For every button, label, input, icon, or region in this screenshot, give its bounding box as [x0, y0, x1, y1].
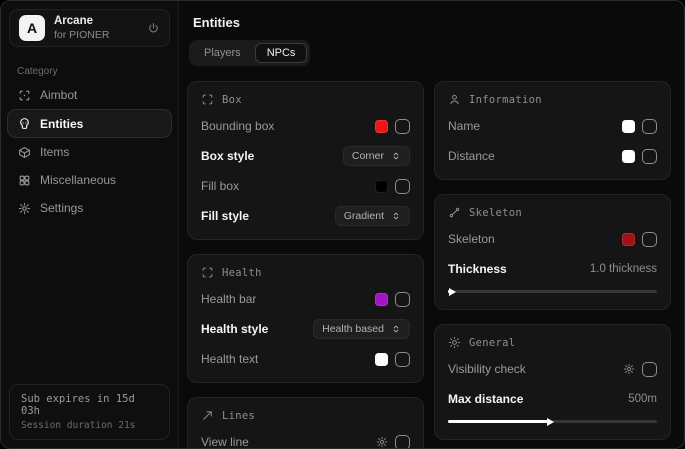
package-icon: [18, 146, 31, 159]
sidebar-item-miscellaneous[interactable]: Miscellaneous: [1, 166, 178, 194]
row-fill-style: Fill style Gradient: [201, 206, 410, 226]
category-label: Category: [17, 66, 178, 77]
user-icon: [448, 93, 461, 106]
target-tabs: Players NPCs: [189, 40, 310, 66]
row-distance: Distance: [448, 146, 657, 166]
logo-letter: A: [27, 20, 37, 36]
color-swatch[interactable]: [622, 233, 635, 246]
visibility-check-checkbox[interactable]: [642, 362, 657, 377]
row-health-text: Health text: [201, 349, 410, 369]
session-duration-text: Session duration 21s: [21, 420, 158, 431]
app-subtitle: for PIONER: [54, 29, 138, 42]
bone-icon: [448, 206, 461, 219]
skull-icon: [18, 117, 31, 130]
row-bounding-box: Bounding box: [201, 116, 410, 136]
app-name: Arcane: [54, 14, 138, 28]
card-general: General Visibility check Max distance 50…: [434, 324, 671, 440]
sidebar-nav: Aimbot Entities Items Miscellaneous Sett…: [1, 81, 178, 222]
fill-style-select[interactable]: Gradient: [335, 206, 410, 226]
app-logo: A: [19, 15, 45, 41]
sidebar-item-items[interactable]: Items: [1, 138, 178, 166]
color-swatch[interactable]: [375, 180, 388, 193]
row-fill-box: Fill box: [201, 176, 410, 196]
power-icon[interactable]: [147, 22, 160, 35]
crosshair-icon: [18, 89, 31, 102]
row-visibility-check: Visibility check: [448, 359, 657, 379]
color-swatch[interactable]: [375, 293, 388, 306]
sidebar-item-label: Items: [40, 145, 69, 159]
subscription-card: Sub expires in 15d 03h Session duration …: [9, 384, 170, 440]
app-window: A Arcane for PIONER Category Aimbot Enti…: [0, 0, 685, 449]
sidebar: A Arcane for PIONER Category Aimbot Enti…: [1, 1, 179, 448]
sidebar-item-label: Settings: [40, 201, 83, 215]
row-max-distance: Max distance 500m: [448, 389, 657, 409]
card-title: Lines: [222, 410, 255, 422]
main-content: Entities Players NPCs Box Bounding box: [179, 1, 684, 448]
sub-expires-text: Sub expires in 15d 03h: [21, 393, 158, 417]
unfold-icon: [391, 211, 401, 221]
distance-checkbox[interactable]: [642, 149, 657, 164]
row-name: Name: [448, 116, 657, 136]
color-swatch[interactable]: [375, 353, 388, 366]
gear-icon[interactable]: [623, 363, 635, 375]
box-style-select[interactable]: Corner: [343, 146, 410, 166]
card-health: Health Health bar Health style Health ba…: [187, 254, 424, 383]
tab-players[interactable]: Players: [192, 43, 253, 63]
skeleton-checkbox[interactable]: [642, 232, 657, 247]
name-checkbox[interactable]: [642, 119, 657, 134]
gear-icon[interactable]: [376, 436, 388, 448]
color-swatch[interactable]: [375, 120, 388, 133]
card-lines: Lines View line Line to enemy: [187, 397, 424, 448]
health-text-checkbox[interactable]: [395, 352, 410, 367]
sidebar-item-label: Miscellaneous: [40, 173, 116, 187]
slider-fill: [448, 290, 450, 293]
row-skeleton: Skeleton: [448, 229, 657, 249]
bounding-box-checkbox[interactable]: [395, 119, 410, 134]
thickness-slider[interactable]: [448, 287, 657, 296]
color-swatch[interactable]: [622, 120, 635, 133]
card-title: Skeleton: [469, 207, 522, 219]
sun-icon: [448, 336, 461, 349]
slider-fill: [448, 420, 548, 423]
page-title: Entities: [193, 15, 671, 30]
unfold-icon: [391, 151, 401, 161]
card-skeleton: Skeleton Skeleton Thickness 1.0 thicknes…: [434, 194, 671, 310]
row-view-line: View line: [201, 432, 410, 448]
card-title: Health: [222, 267, 262, 279]
diagonal-line-icon: [201, 409, 214, 422]
row-health-bar: Health bar: [201, 289, 410, 309]
brand-card: A Arcane for PIONER: [9, 9, 170, 47]
tab-npcs[interactable]: NPCs: [255, 43, 308, 63]
sidebar-item-entities[interactable]: Entities: [7, 109, 172, 138]
fill-box-checkbox[interactable]: [395, 179, 410, 194]
sidebar-item-label: Aimbot: [40, 88, 77, 102]
brackets-icon: [201, 93, 214, 106]
gear-icon: [18, 202, 31, 215]
brackets-icon: [201, 266, 214, 279]
card-title: Information: [469, 94, 542, 106]
row-health-style: Health style Health based: [201, 319, 410, 339]
card-box: Box Bounding box Box style Corner: [187, 81, 424, 240]
sidebar-item-settings[interactable]: Settings: [1, 194, 178, 222]
view-line-checkbox[interactable]: [395, 435, 410, 449]
row-box-style: Box style Corner: [201, 146, 410, 166]
sidebar-item-aimbot[interactable]: Aimbot: [1, 81, 178, 109]
sidebar-item-label: Entities: [40, 117, 83, 131]
health-bar-checkbox[interactable]: [395, 292, 410, 307]
card-information: Information Name Distance: [434, 81, 671, 180]
card-title: General: [469, 337, 515, 349]
max-distance-slider[interactable]: [448, 417, 657, 426]
max-distance-value: 500m: [628, 393, 657, 405]
row-thickness: Thickness 1.0 thickness: [448, 259, 657, 279]
thickness-value: 1.0 thickness: [590, 263, 657, 275]
card-title: Box: [222, 94, 242, 106]
grid-icon: [18, 174, 31, 187]
unfold-icon: [391, 324, 401, 334]
color-swatch[interactable]: [622, 150, 635, 163]
health-style-select[interactable]: Health based: [313, 319, 410, 339]
